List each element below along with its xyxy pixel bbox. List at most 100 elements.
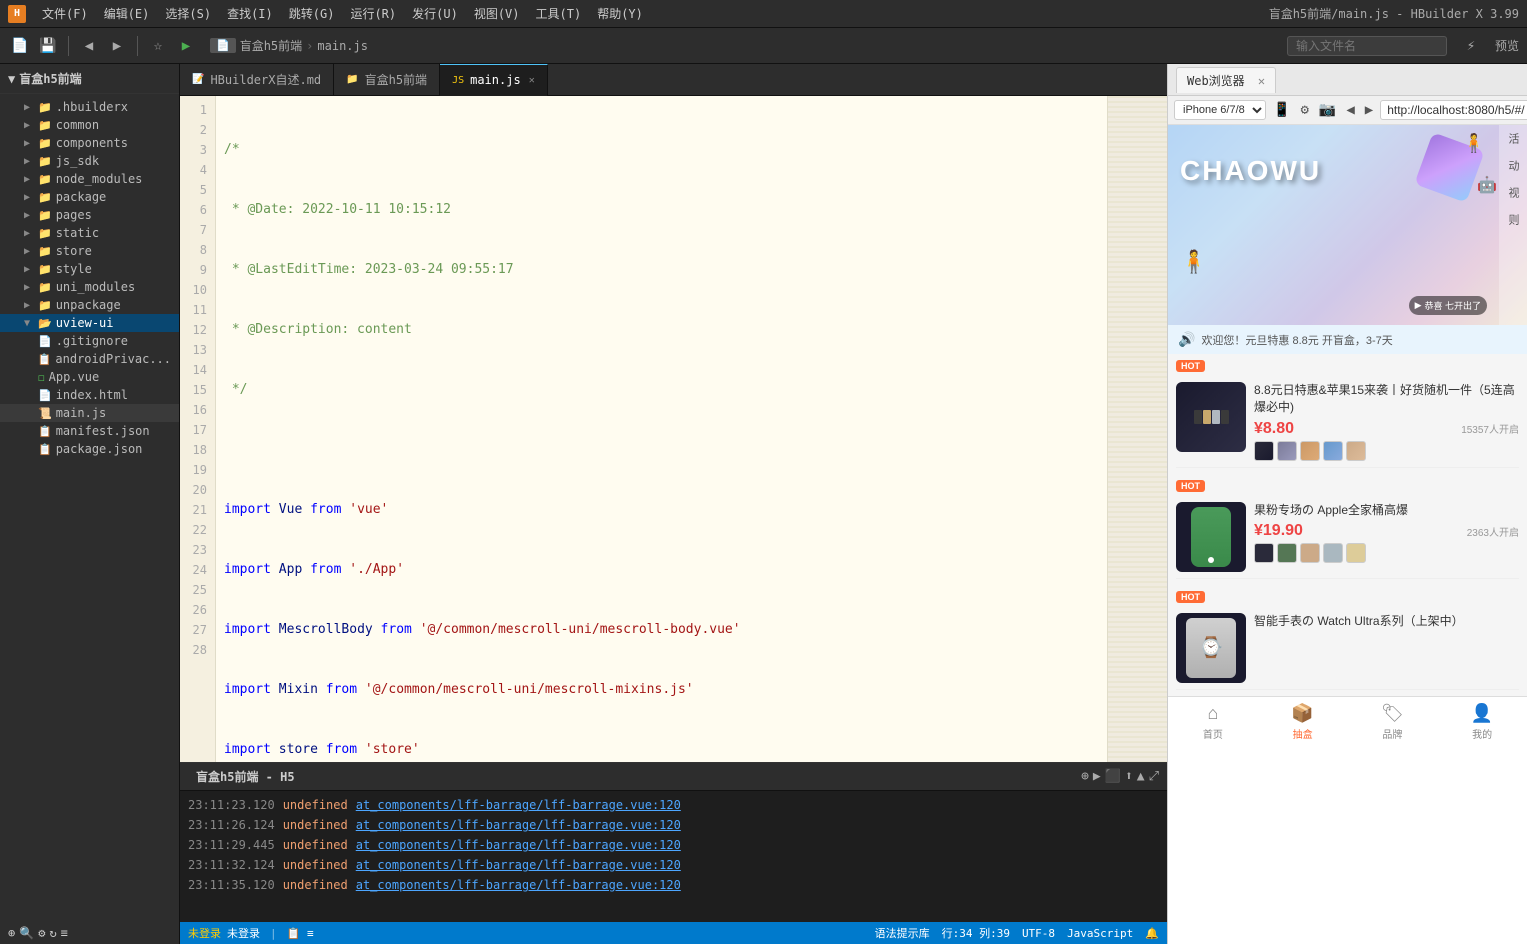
product-card-3[interactable]: ⌚ 智能手表の Watch Ultra系列（上架中） [1176,607,1519,690]
code-editor[interactable]: 12345 678910 1112131415 1617181920 21222… [180,96,1167,762]
nav-item-draw[interactable]: 📦 抽盒 [1258,703,1348,741]
log-link-1[interactable]: at_components/lff-barrage/lff-barrage.vu… [356,796,681,814]
new-file-button[interactable]: 📄 [8,34,32,58]
grammar-hint[interactable]: 语法提示库 [875,925,930,941]
bottom-play-btn[interactable]: ▶ [1093,769,1101,784]
sidebar: ▼ 盲盒h5前端 ▶ 📁 .hbuilderx ▶ 📁 common ▶ 📁 c… [0,64,180,944]
menu-edit[interactable]: 编辑(E) [104,5,150,22]
tab-hbuilderx-readme[interactable]: 📝 HBuilderX自述.md [180,64,334,96]
sidebar-action-btn2[interactable]: 🔍 [19,926,34,940]
nav-item-profile[interactable]: 👤 我的 [1437,703,1527,741]
menu-goto[interactable]: 跳转(G) [289,5,335,22]
tree-item-node-modules[interactable]: ▶ 📁 node_modules [0,170,179,188]
bottom-export-btn[interactable]: ⬆ [1125,769,1133,784]
tree-item-uview-ui[interactable]: ▼ 📂 uview-ui [0,314,179,332]
url-bar[interactable] [1380,100,1527,120]
tree-item-manifest-json[interactable]: 📋 manifest.json [0,422,179,440]
tree-item-android-privacy[interactable]: 📋 androidPrivac... [0,350,179,368]
product-card-2[interactable]: 果粉专场の Apple全家桶高爆 ¥19.90 2363人开启 [1176,496,1519,579]
browser-screenshot-btn[interactable]: 📷 [1316,102,1339,118]
tree-item-main-js[interactable]: 📜 main.js [0,404,179,422]
statusbar-divider: | [270,927,277,940]
tree-item-pages[interactable]: ▶ 📁 pages [0,206,179,224]
cursor-position[interactable]: 行:34 列:39 [942,925,1010,941]
tree-item-common[interactable]: ▶ 📁 common [0,116,179,134]
toolbar-separator2 [137,36,138,56]
log-link-4[interactable]: at_components/lff-barrage/lff-barrage.vu… [356,856,681,874]
breadcrumb-root[interactable]: 盲盒h5前端 [240,37,302,54]
back-button[interactable]: ◀ [77,34,101,58]
menu-select[interactable]: 选择(S) [165,5,211,22]
product-info-3: 智能手表の Watch Ultra系列（上架中） [1254,613,1519,683]
forward-button[interactable]: ▶ [105,34,129,58]
log-link-2[interactable]: at_components/lff-barrage/lff-barrage.vu… [356,816,681,834]
browser-content: CHAOWU 活 动 视 则 🧍 🧍 🤖 [1168,125,1527,944]
bookmark-button[interactable]: ☆ [146,34,170,58]
product-card-1[interactable]: 8.8元日特惠&苹果15来袭丨好货随机一件（5连高爆必中) ¥8.80 1535… [1176,376,1519,468]
log-link-5[interactable]: at_components/lff-barrage/lff-barrage.vu… [356,876,681,894]
breadcrumb-file[interactable]: main.js [317,39,368,53]
log-link-3[interactable]: at_components/lff-barrage/lff-barrage.vu… [356,836,681,854]
swatch-2-1 [1254,543,1274,563]
tree-item-components[interactable]: ▶ 📁 components [0,134,179,152]
sidebar-action-btn5[interactable]: ≡ [61,926,68,940]
tab-project-folder[interactable]: 📁 盲盒h5前端 [334,64,440,96]
browser-tab-close[interactable]: ✕ [1258,74,1265,88]
tree-item-js-sdk[interactable]: ▶ 📁 js_sdk [0,152,179,170]
swatch-2-5 [1346,543,1366,563]
encoding[interactable]: UTF-8 [1022,927,1055,940]
login-status[interactable]: 未登录 [188,925,221,941]
tree-item-package-json[interactable]: 📋 package.json [0,440,179,458]
menubar: H 文件(F) 编辑(E) 选择(S) 查找(I) 跳转(G) 运行(R) 发行… [0,0,1527,28]
activity-item-3[interactable]: 视 [1503,179,1523,206]
bottom-up-btn[interactable]: ▲ [1137,769,1145,784]
menu-publish[interactable]: 发行(U) [412,5,458,22]
sidebar-action-btn4[interactable]: ↻ [49,926,56,940]
run-button[interactable]: ▶ [174,34,198,58]
notifications[interactable]: 🔔 [1145,927,1159,940]
file-search-input[interactable] [1287,36,1447,56]
tree-item-package[interactable]: ▶ 📁 package [0,188,179,206]
tab-main-js[interactable]: JS main.js ✕ [440,64,548,96]
browser-back-btn[interactable]: ◀ [1343,102,1357,118]
filter-button[interactable]: ⚡ [1459,34,1483,58]
sidebar-action-btn1[interactable]: ⊕ [8,926,15,940]
browser-settings-btn[interactable]: ⚙ [1297,102,1311,118]
tree-item-index-html[interactable]: 📄 index.html [0,386,179,404]
browser-tab-web[interactable]: Web浏览器 ✕ [1176,67,1276,93]
log-line-1: 23:11:23.120 undefined at_components/lff… [188,795,1159,815]
bottom-stop-btn[interactable]: ⬛ [1105,769,1121,784]
menu-tools[interactable]: 工具(T) [536,5,582,22]
tree-item-static[interactable]: ▶ 📁 static [0,224,179,242]
activity-item-1[interactable]: 活 [1503,125,1523,152]
menu-file[interactable]: 文件(F) [42,5,88,22]
bottom-run-btn[interactable]: ⊕ [1081,769,1089,784]
device-selector[interactable]: iPhone 6/7/8 [1174,100,1266,120]
bottom-expand-btn[interactable]: ⤢ [1149,769,1159,784]
tab-close-button[interactable]: ✕ [529,75,535,86]
menu-run[interactable]: 运行(R) [350,5,396,22]
tree-item-app-vue[interactable]: ◻ App.vue [0,368,179,386]
green-phone-img [1191,507,1231,567]
browser-forward-btn[interactable]: ▶ [1362,102,1376,118]
menu-help[interactable]: 帮助(Y) [597,5,643,22]
tree-item-uni-modules[interactable]: ▶ 📁 uni_modules [0,278,179,296]
sidebar-action-btn3[interactable]: ⚙ [38,926,45,940]
menu-view[interactable]: 视图(V) [474,5,520,22]
save-button[interactable]: 💾 [36,34,60,58]
preview-button[interactable]: 预览 [1495,37,1519,54]
language-mode[interactable]: JavaScript [1067,927,1133,940]
tree-item-style[interactable]: ▶ 📁 style [0,260,179,278]
menu-find[interactable]: 查找(I) [227,5,273,22]
nav-item-home[interactable]: ⌂ 首页 [1168,703,1258,741]
activity-item-2[interactable]: 动 [1503,152,1523,179]
activity-item-4[interactable]: 则 [1503,206,1523,233]
tree-item-gitignore[interactable]: 📄 .gitignore [0,332,179,350]
tree-item-hbuilderx[interactable]: ▶ 📁 .hbuilderx [0,98,179,116]
app-nav-bar: ⌂ 首页 📦 抽盒 🏷 品牌 👤 我的 [1168,696,1527,747]
nav-item-brand[interactable]: 🏷 品牌 [1348,703,1438,741]
tree-item-store[interactable]: ▶ 📁 store [0,242,179,260]
tree-item-unpackage[interactable]: ▶ 📁 unpackage [0,296,179,314]
video-button[interactable]: ▶恭喜 七开出了 [1409,296,1487,315]
login-label[interactable]: 未登录 [227,925,260,941]
